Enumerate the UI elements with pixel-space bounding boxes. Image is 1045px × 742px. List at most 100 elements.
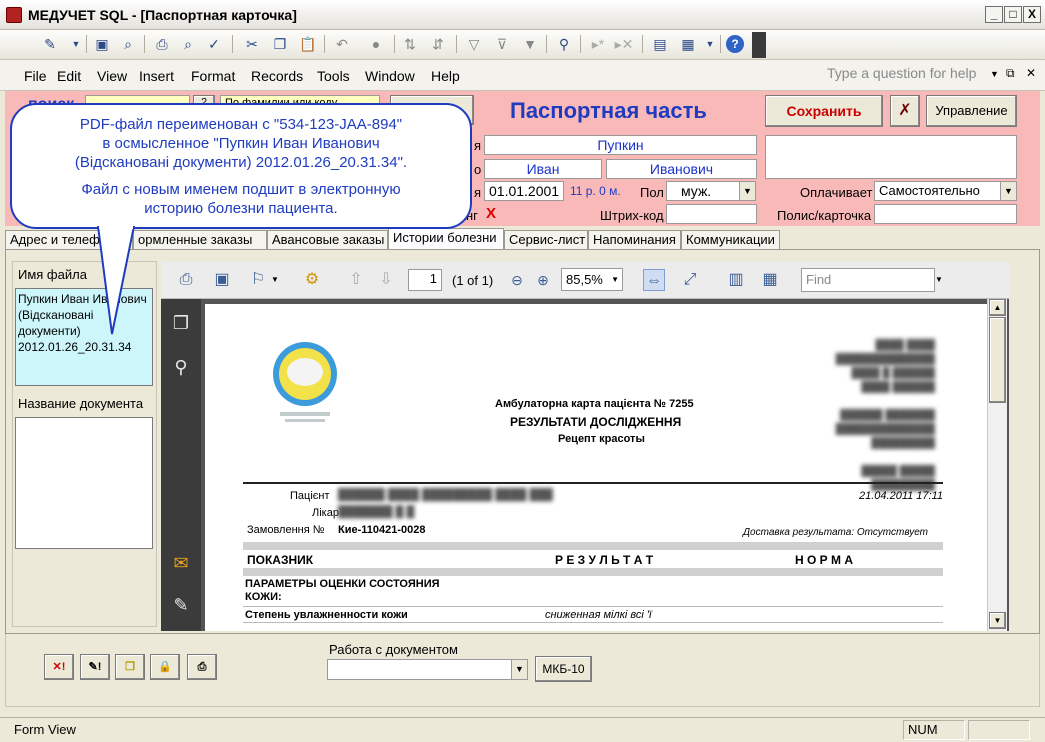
chevron-down-icon[interactable]: ▼: [271, 275, 279, 284]
document-action-select[interactable]: ▼: [327, 659, 528, 680]
pdf-page: ████ ████ ██████████████ ████ █ ██████ ████…: [205, 304, 987, 631]
chevron-down-icon[interactable]: ▼: [739, 182, 755, 200]
menu-records[interactable]: Records: [251, 68, 303, 84]
chevron-down-icon[interactable]: ▼: [66, 34, 86, 54]
notes-field[interactable]: [765, 135, 1017, 179]
print-document-icon[interactable]: ⎙: [187, 654, 217, 680]
close-button[interactable]: X: [1023, 6, 1041, 23]
sort-ascending-icon[interactable]: ⇅: [400, 34, 420, 54]
icd10-button[interactable]: МКБ-10: [535, 656, 592, 682]
pages-icon[interactable]: ❐: [169, 311, 193, 335]
help-icon[interactable]: ?: [726, 35, 744, 53]
hyperlink-icon[interactable]: ●: [366, 34, 386, 54]
tab-reminders[interactable]: Напоминания: [588, 230, 681, 249]
new-record-icon[interactable]: ▸*: [588, 34, 608, 54]
restore-button[interactable]: □: [1004, 6, 1022, 23]
close-child-icon[interactable]: ✕: [1026, 66, 1036, 80]
tab-medical-history[interactable]: Истории болезни: [388, 228, 504, 250]
print-icon[interactable]: ⎙: [175, 269, 197, 291]
patient-label: Пацієнт: [290, 490, 330, 502]
sort-descending-icon[interactable]: ⇵: [428, 34, 448, 54]
lock-icon[interactable]: 🔒: [150, 654, 180, 680]
attachments-binoculars-icon[interactable]: ⚲: [169, 355, 193, 379]
single-page-icon[interactable]: ▥: [725, 269, 747, 291]
tab-orders[interactable]: ормленные заказы: [133, 230, 267, 249]
menu-insert[interactable]: Insert: [139, 68, 174, 84]
cut-icon[interactable]: ✂: [242, 34, 262, 54]
scroll-thumb[interactable]: [989, 317, 1006, 403]
comments-icon[interactable]: ✉: [169, 551, 193, 575]
barcode-field[interactable]: [666, 204, 757, 224]
file-search-icon[interactable]: ⌕: [118, 34, 138, 54]
delete-document-icon[interactable]: ✕!: [44, 654, 74, 680]
find-input[interactable]: Find: [801, 268, 935, 292]
policy-field[interactable]: [874, 204, 1017, 224]
view-mode-icon[interactable]: ✎: [40, 34, 60, 54]
new-object-icon[interactable]: ▦: [678, 34, 698, 54]
birth-date-field[interactable]: 01.01.2001: [484, 181, 564, 201]
save-icon[interactable]: ▣: [211, 269, 233, 291]
first-name-field[interactable]: Иван: [484, 159, 602, 179]
tab-advance-orders[interactable]: Авансовые заказы: [267, 230, 388, 249]
save-icon[interactable]: ▣: [92, 34, 112, 54]
toolbar-options-icon[interactable]: [752, 32, 766, 58]
chevron-down-icon[interactable]: ▼: [935, 275, 943, 284]
minimize-button[interactable]: _: [985, 6, 1003, 23]
menu-edit[interactable]: Edit: [57, 68, 81, 84]
database-window-icon[interactable]: ▤: [650, 34, 670, 54]
print-icon[interactable]: ⎙: [152, 34, 172, 54]
comment-settings-icon[interactable]: ⚙: [301, 269, 323, 291]
standard-toolbar: ✎ ▼ ▣ ⌕ ⎙ ⌕ ✓ ✂ ❐ 📋 ↶ ● ⇅ ⇵ ▽ ⊽ ▼ ⚲ ▸* ▸…: [0, 30, 1045, 60]
zoom-select[interactable]: 85,5% ▼: [561, 268, 623, 291]
spelling-icon[interactable]: ✓: [204, 34, 224, 54]
chevron-down-icon[interactable]: ▼: [511, 660, 527, 679]
document-name-field[interactable]: [15, 417, 153, 549]
scroll-down-icon[interactable]: ▼: [989, 612, 1006, 629]
fit-page-icon[interactable]: ⤢: [679, 269, 701, 291]
scroll-up-icon[interactable]: ▲: [989, 299, 1006, 316]
filter-by-selection-icon[interactable]: ▽: [464, 34, 484, 54]
undo-icon[interactable]: ↶: [332, 34, 352, 54]
restore-child-icon[interactable]: ⧉: [1006, 66, 1015, 81]
sex-select[interactable]: муж. ▼: [666, 181, 756, 201]
find-binoculars-icon[interactable]: ⚲: [554, 34, 574, 54]
help-question-input[interactable]: Type a question for help: [825, 64, 985, 84]
share-icon[interactable]: ⚐: [247, 269, 269, 291]
menu-view[interactable]: View: [97, 68, 127, 84]
chevron-down-icon[interactable]: ▼: [700, 34, 720, 54]
tab-service-list[interactable]: Сервис-лист: [504, 230, 588, 249]
two-page-icon[interactable]: ▦: [759, 269, 781, 291]
copy-icon[interactable]: ❐: [270, 34, 290, 54]
save-button[interactable]: Сохранить: [765, 95, 883, 127]
print-preview-icon[interactable]: ⌕: [178, 34, 198, 54]
tab-communications[interactable]: Коммуникации: [681, 230, 780, 249]
menu-format[interactable]: Format: [191, 68, 235, 84]
chevron-down-icon[interactable]: ▼: [611, 269, 619, 290]
doctor-label: Лікар: [312, 507, 339, 519]
paste-icon[interactable]: 📋: [298, 34, 318, 54]
next-page-icon[interactable]: ⇩: [375, 269, 397, 291]
cancel-icon[interactable]: ✗: [890, 95, 920, 127]
fit-width-icon[interactable]: ⇔: [643, 269, 665, 291]
page-number-input[interactable]: 1: [408, 269, 442, 291]
delete-record-icon[interactable]: ▸✕: [614, 34, 634, 54]
menu-window[interactable]: Window: [365, 68, 415, 84]
menu-help[interactable]: Help: [431, 68, 460, 84]
paperclip-icon[interactable]: ✎: [169, 593, 193, 617]
payer-select[interactable]: Самостоятельно ▼: [874, 181, 1017, 201]
duplicate-icon[interactable]: ❐: [115, 654, 145, 680]
chevron-down-icon[interactable]: ▼: [1000, 182, 1016, 200]
edit-document-icon[interactable]: ✎!: [80, 654, 110, 680]
zoom-in-icon[interactable]: ⊕: [532, 269, 554, 291]
patronymic-field[interactable]: Иванович: [606, 159, 757, 179]
menu-tools[interactable]: Tools: [317, 68, 350, 84]
filter-by-form-icon[interactable]: ⊽: [492, 34, 512, 54]
surname-field[interactable]: Пупкин: [484, 135, 757, 155]
manage-button[interactable]: Управление: [926, 95, 1017, 127]
zoom-out-icon[interactable]: ⊖: [506, 269, 528, 291]
chevron-down-icon[interactable]: ▼: [990, 69, 999, 79]
apply-filter-icon[interactable]: ▼: [520, 34, 540, 54]
previous-page-icon[interactable]: ⇧: [345, 269, 367, 291]
pdf-vertical-scrollbar[interactable]: ▲ ▼: [987, 299, 1007, 631]
menu-file[interactable]: File: [24, 68, 47, 84]
